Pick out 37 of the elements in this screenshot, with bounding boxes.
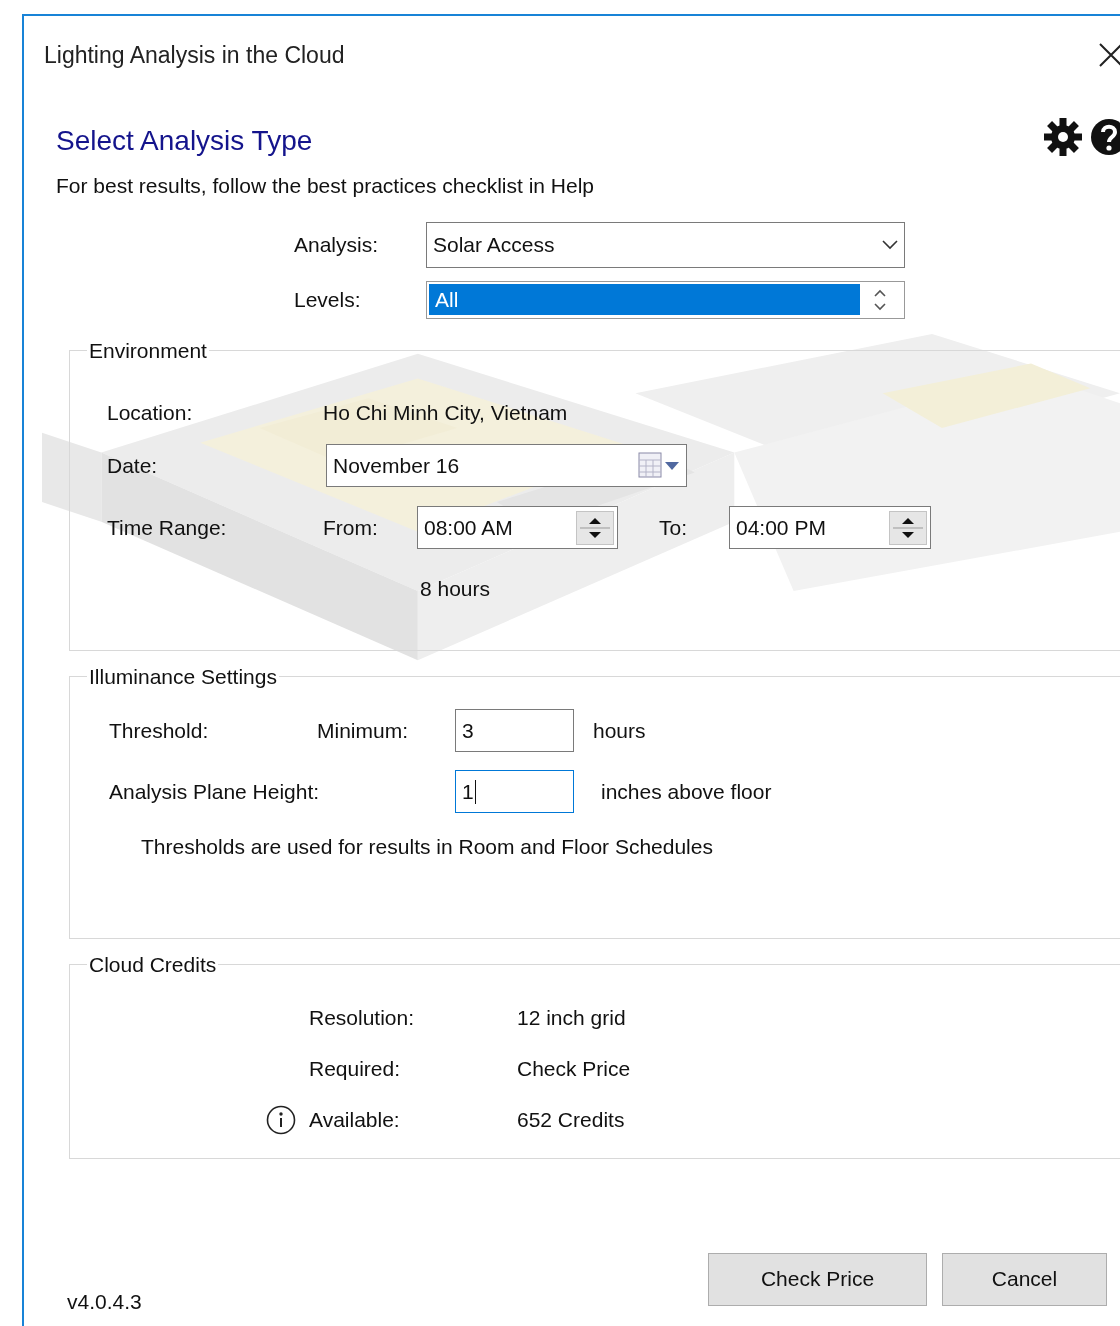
list-item[interactable]: All: [429, 284, 860, 315]
input-field[interactable]: 3: [455, 709, 574, 752]
window-title: Lighting Analysis in the Cloud: [44, 40, 345, 70]
field-value: 652 Credits: [517, 1107, 625, 1134]
field-label: Available:: [309, 1107, 401, 1134]
field-label: Minimum:: [317, 717, 409, 744]
group-title: Cloud Credits: [88, 952, 218, 977]
version-text: v4.0.4.3: [67, 1289, 142, 1315]
section-heading: Select Analysis Type: [56, 124, 314, 158]
note-text: Thresholds are used for results in Room and Floor Schedules: [141, 833, 713, 860]
group-title: Environment: [88, 338, 208, 363]
field-label: From:: [323, 514, 379, 541]
unit-text: inches above floor: [601, 778, 772, 805]
field-label: To:: [659, 514, 688, 541]
field-label: Analysis Plane Height:: [109, 778, 321, 805]
unit-text: hours: [593, 717, 646, 744]
dialog-button[interactable]: Cancel: [942, 1252, 1107, 1306]
input-field[interactable]: 1: [455, 770, 574, 813]
time-field[interactable]: 08:00 AM: [417, 506, 618, 549]
field-value: Ho Chi Minh City, Vietnam: [323, 399, 568, 426]
field-label: Time Range:: [107, 514, 228, 541]
duration-text: 8 hours: [420, 575, 491, 602]
field-label: Location:: [107, 399, 194, 426]
field-label: Required:: [309, 1056, 402, 1083]
time-field[interactable]: 04:00 PM: [729, 506, 931, 549]
analysis-dropdown[interactable]: Solar Access: [426, 221, 905, 268]
date-picker[interactable]: November 16: [326, 444, 687, 487]
dialog-button[interactable]: Check Price: [708, 1252, 927, 1306]
instruction-text: For best results, follow the best practices checklist in Help: [56, 173, 595, 199]
field-value: Check Price: [517, 1056, 631, 1083]
field-label: Levels:: [294, 286, 362, 313]
field-label: Threshold:: [109, 717, 210, 744]
field-label: Analysis:: [294, 231, 380, 258]
field-label: Date:: [107, 452, 159, 479]
group-title: Illuminance Settings: [88, 664, 278, 689]
field-label: Resolution:: [309, 1005, 416, 1032]
field-value: 12 inch grid: [517, 1005, 626, 1032]
